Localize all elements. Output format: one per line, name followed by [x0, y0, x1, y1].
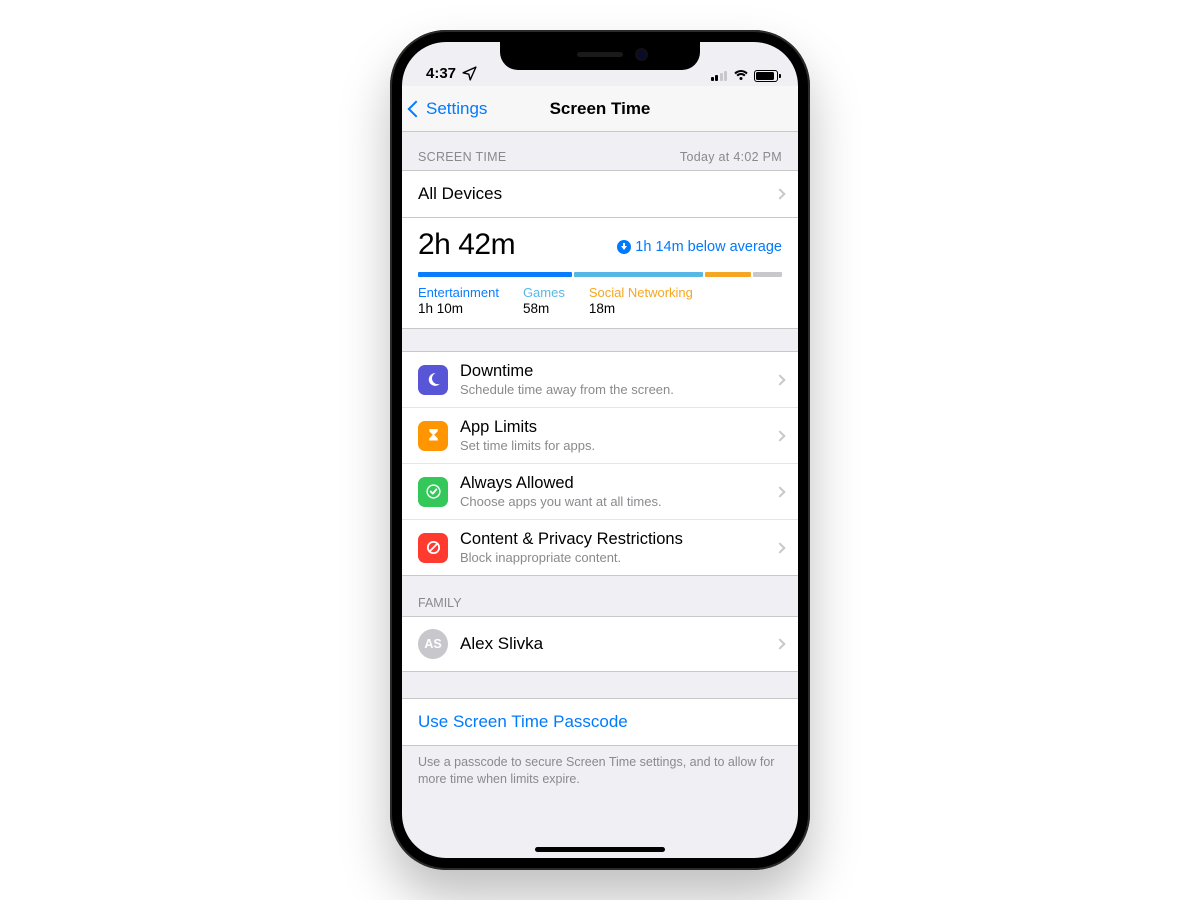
- option-row[interactable]: Always Allowed Choose apps you want at a…: [402, 463, 798, 519]
- option-title: Downtime: [460, 362, 674, 381]
- passcode-link-label: Use Screen Time Passcode: [418, 712, 628, 731]
- notch: [500, 42, 700, 70]
- back-label: Settings: [426, 99, 487, 119]
- avatar: AS: [418, 629, 448, 659]
- category-time: 1h 10m: [418, 301, 499, 316]
- category-name: Games: [523, 285, 565, 300]
- screen: 4:37 Settings Screen Time Screen: [402, 42, 798, 858]
- device-row-label: All Devices: [418, 184, 502, 204]
- delta-text: 1h 14m below average: [635, 239, 782, 255]
- option-title: Always Allowed: [460, 474, 662, 493]
- status-time: 4:37: [426, 65, 456, 82]
- chevron-right-icon: [774, 486, 785, 497]
- back-button[interactable]: Settings: [410, 99, 487, 119]
- chevron-right-icon: [774, 188, 785, 199]
- category: Social Networking 18m: [589, 285, 717, 316]
- device-row[interactable]: All Devices: [402, 170, 798, 218]
- chevron-right-icon: [774, 374, 785, 385]
- passcode-link-row[interactable]: Use Screen Time Passcode: [402, 698, 798, 746]
- cellular-icon: [711, 71, 728, 81]
- home-indicator[interactable]: [535, 847, 665, 852]
- battery-icon: [754, 70, 778, 82]
- option-row[interactable]: App Limits Set time limits for apps.: [402, 407, 798, 463]
- arrow-down-icon: [617, 240, 631, 254]
- bar-segment: [574, 272, 703, 277]
- category: Entertainment 1h 10m: [418, 285, 523, 316]
- chevron-left-icon: [408, 100, 425, 117]
- chevron-right-icon: [774, 638, 785, 649]
- bar-segment: [418, 272, 572, 277]
- option-row[interactable]: Downtime Schedule time away from the scr…: [402, 352, 798, 407]
- phone-frame: 4:37 Settings Screen Time Screen: [390, 30, 810, 870]
- moon-icon: [418, 365, 448, 395]
- option-title: App Limits: [460, 418, 595, 437]
- content-scroll[interactable]: Screen Time Today at 4:02 PM All Devices…: [402, 132, 798, 858]
- total-time: 2h 42m: [418, 228, 515, 262]
- usage-bar-chart: [418, 272, 782, 277]
- check-icon: [418, 477, 448, 507]
- bar-segment-remainder: [753, 272, 782, 277]
- category-breakdown: Entertainment 1h 10mGames 58mSocial Netw…: [418, 285, 782, 316]
- family-member-row[interactable]: AS Alex Slivka: [402, 616, 798, 672]
- family-member-name: Alex Slivka: [460, 634, 543, 654]
- chevron-right-icon: [774, 542, 785, 553]
- section-header-left: Screen Time: [418, 150, 507, 164]
- category: Games 58m: [523, 285, 589, 316]
- option-title: Content & Privacy Restrictions: [460, 530, 683, 549]
- usage-summary-card[interactable]: 2h 42m 1h 14m below average Entertainmen…: [402, 218, 798, 329]
- chevron-right-icon: [774, 430, 785, 441]
- option-subtitle: Block inappropriate content.: [460, 550, 683, 565]
- option-subtitle: Schedule time away from the screen.: [460, 382, 674, 397]
- category-name: Social Networking: [589, 285, 693, 300]
- option-subtitle: Set time limits for apps.: [460, 438, 595, 453]
- option-row[interactable]: Content & Privacy Restrictions Block ina…: [402, 519, 798, 575]
- passcode-footer: Use a passcode to secure Screen Time set…: [402, 746, 798, 788]
- nav-bar: Settings Screen Time: [402, 86, 798, 132]
- wifi-icon: [733, 70, 748, 82]
- category-name: Entertainment: [418, 285, 499, 300]
- summary-section-header: Screen Time Today at 4:02 PM: [402, 132, 798, 170]
- nosign-icon: [418, 533, 448, 563]
- category-time: 58m: [523, 301, 565, 316]
- bar-segment: [705, 272, 752, 277]
- section-header-right: Today at 4:02 PM: [680, 150, 782, 164]
- category-time: 18m: [589, 301, 693, 316]
- family-section-header: Family: [402, 576, 798, 616]
- option-subtitle: Choose apps you want at all times.: [460, 494, 662, 509]
- delta-vs-average: 1h 14m below average: [617, 239, 782, 255]
- location-icon: [461, 65, 478, 82]
- options-group: Downtime Schedule time away from the scr…: [402, 351, 798, 576]
- hourglass-icon: [418, 421, 448, 451]
